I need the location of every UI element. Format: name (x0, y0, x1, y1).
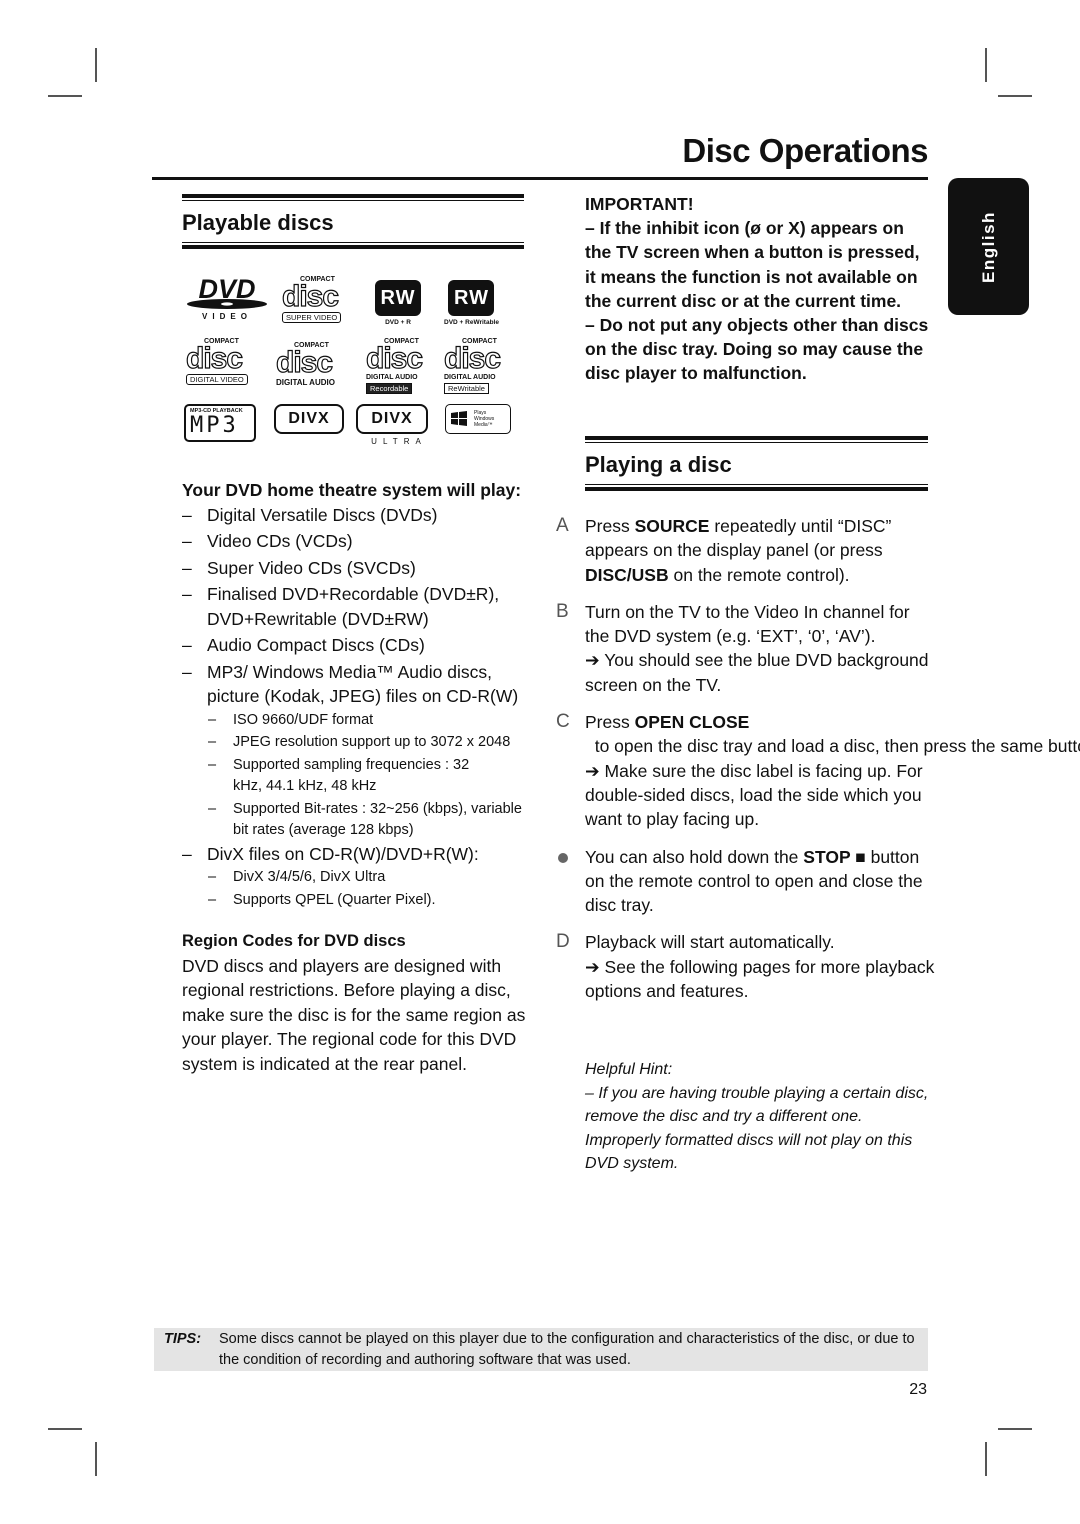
crop-mark (48, 1428, 82, 1430)
mp3-cd-playback-logo: MP3-CD PLAYBACK MP3 (184, 404, 256, 442)
list-item: DivX files on CD-R(W)/DVD+R(W): (182, 842, 527, 867)
crop-mark (998, 95, 1032, 97)
important-notice: IMPORTANT! – If the inhibit icon (ø or X… (585, 192, 935, 386)
list-item: Super Video CDs (SVCDs) (182, 556, 527, 581)
language-tab: English (948, 178, 1029, 315)
arrow-icon: ➔ (585, 650, 600, 671)
region-codes-heading: Region Codes for DVD discs (182, 932, 406, 950)
sub-list-item: DivX 3/4/5/6, DivX Ultra (182, 867, 527, 889)
step-marker: C (556, 711, 570, 733)
divx-ultra-logo: DIVX ULTRA (356, 404, 428, 446)
dvd-video-logo: DVD VIDEO (184, 276, 270, 321)
playable-discs-header: Playable discs (182, 194, 524, 249)
playing-disc-header: Playing a disc (585, 436, 928, 491)
divx-logo: DIVX (274, 404, 344, 434)
step-marker: D (556, 931, 570, 953)
sub-list-item: ISO 9660/UDF format (182, 710, 527, 732)
will-play-heading: Your DVD home theatre system will play: (182, 480, 522, 500)
hint-title: Helpful Hint: (585, 1061, 673, 1078)
sub-list-item: Supported sampling frequencies : 32 kHz,… (182, 755, 527, 798)
list-item: Finalised DVD+Recordable (DVD±R), DVD+Re… (182, 582, 527, 631)
step-c: C Press OPEN CLOSE to open the disc tray… (556, 711, 1080, 830)
step-tip: You can also hold down the STOP ■ button… (556, 845, 936, 918)
crop-mark (95, 48, 97, 82)
disc-logos: DVD VIDEO COMPACT disc SUPER VIDEO RW DV… (182, 272, 522, 447)
page-number: 23 (909, 1381, 927, 1398)
hint-text: – If you are having trouble playing a ce… (585, 1084, 929, 1173)
dvd-plus-rewritable-logo: RW DVD + ReWritable (444, 280, 499, 326)
crop-mark (985, 48, 987, 82)
section-heading: Playable discs (182, 210, 334, 235)
compact-disc-super-video-logo: COMPACT disc SUPER VIDEO (281, 276, 342, 323)
step-marker: B (556, 600, 569, 622)
playable-discs-content: Your DVD home theatre system will play: … (182, 478, 527, 1076)
helpful-hint: Helpful Hint: – If you are having troubl… (585, 1058, 930, 1176)
list-item: Video CDs (VCDs) (182, 529, 527, 554)
title-divider (152, 177, 928, 180)
sub-list-item: Supports QPEL (Quarter Pixel). (182, 890, 527, 912)
important-note: – If the inhibit icon (ø or X) appears o… (585, 218, 920, 311)
windows-flag-icon (451, 411, 467, 426)
crop-mark (48, 95, 82, 97)
crop-mark (985, 1442, 987, 1476)
sub-list-item: JPEG resolution support up to 3072 x 204… (182, 732, 527, 754)
list-item: Audio Compact Discs (CDs) (182, 633, 527, 658)
compact-disc-digital-video-logo: COMPACT disc DIGITAL VIDEO (185, 338, 248, 385)
language-tab-label: English (978, 210, 998, 283)
arrow-icon: ➔ (585, 760, 600, 781)
section-heading: Playing a disc (585, 452, 732, 477)
tips-text: Some discs cannot be played on this play… (219, 1331, 915, 1368)
compact-disc-recordable-logo: COMPACT disc DIGITAL AUDIO Recordable (365, 338, 424, 394)
step-a: A Press SOURCE repeatedly until “DISC” a… (556, 515, 892, 585)
crop-mark (95, 1442, 97, 1476)
tips-label: TIPS: (164, 1331, 202, 1347)
crop-mark (998, 1428, 1032, 1430)
region-codes-text: DVD discs and players are designed with … (182, 955, 526, 1074)
dvd-plus-r-logo: RW DVD + R (375, 280, 421, 326)
step-d: D Playback will start automatically. ➔ S… (556, 931, 935, 1002)
sub-list-item: Supported Bit-rates : 32~256 (kbps), var… (182, 799, 527, 842)
playing-disc-steps: A Press SOURCE repeatedly until “DISC” a… (556, 514, 1080, 1016)
step-b: B Turn on the TV to the Video In channel… (556, 600, 929, 695)
important-note: – Do not put any objects other than disc… (585, 315, 929, 384)
compact-disc-rewritable-logo: COMPACT disc DIGITAL AUDIO ReWritable (443, 338, 502, 394)
list-item: MP3/ Windows Media™ Audio discs, picture… (182, 660, 527, 709)
compact-disc-digital-audio-logo: COMPACT disc DIGITAL AUDIO (275, 342, 335, 387)
tips-box: TIPS: Some discs cannot be played on thi… (154, 1328, 928, 1371)
list-item: Digital Versatile Discs (DVDs) (182, 503, 527, 528)
windows-media-logo: Plays Windows Media™ (445, 404, 511, 434)
page-title: Disc Operations (682, 132, 928, 169)
arrow-icon: ➔ (585, 956, 600, 977)
important-heading: IMPORTANT! (585, 194, 694, 214)
bullet-icon (558, 852, 568, 863)
step-marker: A (556, 515, 569, 536)
